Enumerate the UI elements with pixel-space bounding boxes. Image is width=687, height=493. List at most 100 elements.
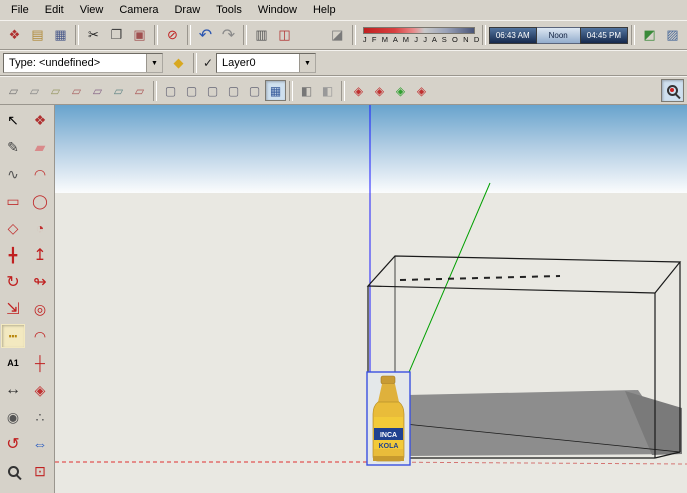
- current-layer-value: Layer0: [222, 57, 256, 69]
- toolbar-separator: [351, 25, 356, 45]
- standard-toolbar: ❖ ▤ ▦ ✂ ❐ ▣ ⊘ ↶ ↷ ▥ ◫ ◪ J F M A M J J A …: [0, 20, 687, 50]
- get-models-icon[interactable]: ◩: [638, 24, 661, 47]
- inca-kola-bottle[interactable]: INCA KOLA: [366, 371, 411, 466]
- copy-icon[interactable]: ❐: [105, 24, 128, 47]
- tape-measure-tool-icon[interactable]: ┅: [1, 324, 25, 348]
- paint-bucket-icon[interactable]: ◆: [167, 52, 190, 75]
- position-camera-tool-icon[interactable]: ◉: [1, 405, 25, 429]
- toolbar-separator: [187, 25, 191, 45]
- layer-dropdown[interactable]: Layer0 ▼: [216, 53, 316, 73]
- pan-tool-icon[interactable]: ⇔: [28, 432, 52, 456]
- section-fill-icon[interactable]: ◈: [411, 80, 432, 101]
- sandbox-stamp-icon[interactable]: ▱: [66, 80, 87, 101]
- tools-sidebar: ↖ ❖ ✎ ▰ ∿ ◠ ▭ ◯ ◇ ◔ ╋ ↥ ↻ ↬ ⇲ ◎ ┅ ◠ A1 ┼…: [0, 105, 55, 493]
- walk-tool-icon[interactable]: ∴: [28, 405, 52, 429]
- axes-tool-icon[interactable]: ┼: [28, 351, 52, 375]
- toolbar-separator: [243, 25, 247, 45]
- drawing-canvas[interactable]: INCA KOLA: [55, 105, 687, 493]
- scale-tool-icon[interactable]: ⇲: [1, 297, 25, 321]
- toolbar-separator: [481, 25, 486, 45]
- freehand-tool-icon[interactable]: ∿: [1, 162, 25, 186]
- move-tool-icon[interactable]: ╋: [1, 243, 25, 267]
- shadow-date-gradient[interactable]: [362, 26, 475, 34]
- push-pull-tool-icon[interactable]: ↥: [28, 243, 52, 267]
- paste-icon[interactable]: ▣: [128, 24, 151, 47]
- zoom-extents-tool-icon[interactable]: ⊡: [28, 459, 52, 483]
- rotate-tool-icon[interactable]: ↻: [1, 270, 25, 294]
- toolbar-separator: [341, 80, 345, 101]
- shaded-mode-icon[interactable]: ▢: [223, 80, 244, 101]
- toolbar-separator: [75, 25, 79, 45]
- menu-tools[interactable]: Tools: [208, 2, 250, 18]
- xray-mode-icon[interactable]: ▢: [160, 80, 181, 101]
- select-tool-icon[interactable]: ↖: [1, 108, 25, 132]
- menu-file[interactable]: File: [3, 2, 37, 18]
- dimension-tool-icon[interactable]: ↔: [1, 378, 25, 402]
- circle-tool-icon[interactable]: ◯: [28, 189, 52, 213]
- hidden-line-mode-icon[interactable]: ▢: [202, 80, 223, 101]
- undo-icon[interactable]: ↶: [194, 24, 217, 47]
- monochrome-mode-icon[interactable]: ▦: [265, 80, 286, 101]
- view-iso-icon[interactable]: ◧: [296, 80, 317, 101]
- sandbox-add-detail-icon[interactable]: ▱: [108, 80, 129, 101]
- section-plane-icon[interactable]: ◈: [348, 80, 369, 101]
- wireframe-mode-icon[interactable]: ▢: [181, 80, 202, 101]
- sandbox-smoove-icon[interactable]: ▱: [45, 80, 66, 101]
- display-toolbar: ▱ ▱ ▱ ▱ ▱ ▱ ▱ ▢ ▢ ▢ ▢ ▢ ▦ ◧ ◧ ◈ ◈ ◈ ◈: [0, 76, 687, 105]
- arc-tool-icon[interactable]: ◠: [28, 162, 52, 186]
- shadows-toggle-icon[interactable]: ◪: [326, 24, 349, 47]
- protractor-tool-icon[interactable]: ◠: [28, 324, 52, 348]
- menu-help[interactable]: Help: [305, 2, 344, 18]
- print-icon[interactable]: ▥: [250, 24, 273, 47]
- section-plane-tool-icon[interactable]: ◈: [28, 378, 52, 402]
- pie-tool-icon[interactable]: ◔: [28, 216, 52, 240]
- sandbox-from-contours-icon[interactable]: ▱: [3, 80, 24, 101]
- magnifier-icon: [7, 465, 19, 477]
- text-tool-icon[interactable]: A1: [1, 351, 25, 375]
- open-icon[interactable]: ▤: [26, 24, 49, 47]
- follow-me-tool-icon[interactable]: ↬: [28, 270, 52, 294]
- model-viewport[interactable]: INCA KOLA: [55, 105, 687, 493]
- sandbox-flip-edge-icon[interactable]: ▱: [129, 80, 150, 101]
- redo-icon[interactable]: ↷: [217, 24, 240, 47]
- shadow-time-slider[interactable]: Noon: [536, 26, 580, 44]
- menu-camera[interactable]: Camera: [111, 2, 166, 18]
- make-component-icon[interactable]: ❖: [3, 24, 26, 47]
- shadow-end-time: 04:45 PM: [579, 26, 628, 44]
- layer-visible-check-icon[interactable]: ✓: [200, 56, 216, 70]
- section-display-icon[interactable]: ◈: [369, 80, 390, 101]
- menu-window[interactable]: Window: [250, 2, 305, 18]
- polygon-tool-icon[interactable]: ◇: [1, 216, 25, 240]
- zoom-selection-icon[interactable]: [661, 79, 684, 102]
- view-top-icon[interactable]: ◧: [317, 80, 338, 101]
- sandbox-from-scratch-icon[interactable]: ▱: [24, 80, 45, 101]
- line-tool-icon[interactable]: ✎: [1, 135, 25, 159]
- toolbar-separator: [289, 80, 293, 101]
- chevron-down-icon[interactable]: ▼: [299, 54, 315, 72]
- cut-icon[interactable]: ✂: [82, 24, 105, 47]
- section-cuts-icon[interactable]: ◈: [390, 80, 411, 101]
- zoom-tool-icon[interactable]: [1, 459, 25, 483]
- chevron-down-icon[interactable]: ▼: [146, 54, 162, 72]
- model-info-icon[interactable]: ◫: [273, 24, 296, 47]
- bottle-brand-line1: INCA: [380, 432, 397, 439]
- shadows-toolbar: ◪ J F M A M J J A S O N D 06:43 AM Noon …: [326, 24, 684, 47]
- eraser-tool-icon[interactable]: ▰: [28, 135, 52, 159]
- bottle-brand-line2: KOLA: [379, 443, 399, 450]
- share-model-icon[interactable]: ▨: [661, 24, 684, 47]
- entity-type-dropdown[interactable]: Type: <undefined> ▼: [3, 53, 163, 73]
- offset-tool-icon[interactable]: ◎: [28, 297, 52, 321]
- menu-edit[interactable]: Edit: [37, 2, 72, 18]
- magnifier-icon: [667, 85, 678, 96]
- rectangle-tool-icon[interactable]: ▭: [1, 189, 25, 213]
- sandbox-drape-icon[interactable]: ▱: [87, 80, 108, 101]
- orbit-tool-icon[interactable]: ↺: [1, 432, 25, 456]
- save-icon[interactable]: ▦: [49, 24, 72, 47]
- menu-view[interactable]: View: [72, 2, 112, 18]
- textured-mode-icon[interactable]: ▢: [244, 80, 265, 101]
- erase-icon[interactable]: ⊘: [161, 24, 184, 47]
- make-component-tool-icon[interactable]: ❖: [28, 108, 52, 132]
- shadow-date-slider[interactable]: J F M A M J J A S O N D: [362, 26, 479, 44]
- menu-draw[interactable]: Draw: [166, 2, 208, 18]
- toolbar-separator: [193, 53, 197, 73]
